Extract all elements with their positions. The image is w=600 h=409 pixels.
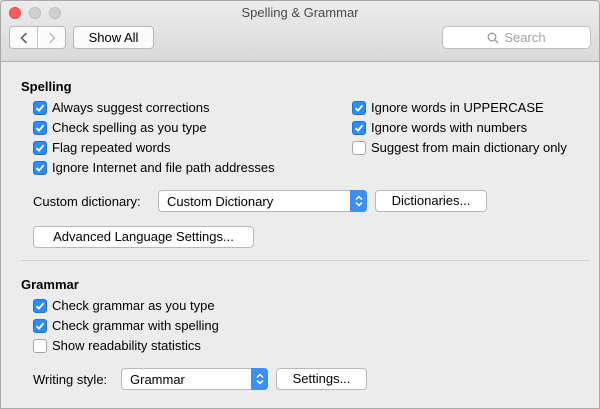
checkbox-checked-icon <box>352 120 366 135</box>
preferences-window: Spelling & Grammar Show All Search Spell… <box>0 0 600 409</box>
back-button[interactable] <box>10 27 37 48</box>
writing-style-value: Grammar <box>130 371 185 387</box>
window-title: Spelling & Grammar <box>241 5 359 20</box>
check-spelling-as-you-type-checkbox[interactable]: Check spelling as you type <box>33 120 207 135</box>
chevron-right-icon <box>48 31 56 44</box>
checkbox-label: Suggest from main dictionary only <box>371 140 567 155</box>
forward-button[interactable] <box>37 27 65 48</box>
ignore-numbers-checkbox[interactable]: Ignore words with numbers <box>352 120 527 135</box>
checkbox-label: Show readability statistics <box>52 338 201 353</box>
preferences-content: Spelling Always suggest corrections Chec… <box>1 63 599 408</box>
search-placeholder: Search <box>504 30 546 45</box>
ignore-uppercase-checkbox[interactable]: Ignore words in UPPERCASE <box>352 100 544 115</box>
show-all-button[interactable]: Show All <box>73 26 154 49</box>
checkbox-checked-icon <box>33 100 47 115</box>
checkbox-checked-icon <box>33 140 47 155</box>
checkbox-label: Check grammar as you type <box>52 298 215 313</box>
checkbox-label: Ignore Internet and file path addresses <box>52 160 275 175</box>
title-bar: Spelling & Grammar Show All Search <box>1 1 599 62</box>
chevron-left-icon <box>19 31 27 44</box>
checkbox-label: Always suggest corrections <box>52 100 210 115</box>
checkbox-unchecked-icon <box>352 140 366 155</box>
checkbox-checked-icon <box>33 318 47 333</box>
advanced-language-settings-button[interactable]: Advanced Language Settings... <box>33 226 254 248</box>
show-readability-statistics-checkbox[interactable]: Show readability statistics <box>33 338 201 353</box>
always-suggest-corrections-checkbox[interactable]: Always suggest corrections <box>33 100 210 115</box>
writing-style-popup[interactable]: Grammar <box>121 368 268 390</box>
dictionaries-button[interactable]: Dictionaries... <box>375 190 487 212</box>
writing-style-label: Writing style: <box>33 372 108 387</box>
ignore-internet-addresses-checkbox[interactable]: Ignore Internet and file path addresses <box>33 160 275 175</box>
navigation-buttons <box>9 26 66 49</box>
check-grammar-as-you-type-checkbox[interactable]: Check grammar as you type <box>33 298 215 313</box>
checkbox-checked-icon <box>33 298 47 313</box>
checkbox-label: Flag repeated words <box>52 140 171 155</box>
custom-dictionary-label: Custom dictionary: <box>33 194 141 209</box>
custom-dictionary-popup[interactable]: Custom Dictionary <box>158 190 367 212</box>
checkbox-label: Check grammar with spelling <box>52 318 219 333</box>
search-icon <box>487 32 499 43</box>
grammar-section-title: Grammar <box>21 277 79 292</box>
checkbox-label: Ignore words with numbers <box>371 120 528 135</box>
checkbox-label: Ignore words in UPPERCASE <box>371 100 544 115</box>
section-divider <box>21 260 589 261</box>
popup-arrows-icon <box>350 190 367 212</box>
check-grammar-with-spelling-checkbox[interactable]: Check grammar with spelling <box>33 318 219 333</box>
search-field[interactable]: Search <box>442 26 591 49</box>
grammar-settings-button[interactable]: Settings... <box>276 368 367 390</box>
flag-repeated-words-checkbox[interactable]: Flag repeated words <box>33 140 171 155</box>
custom-dictionary-value: Custom Dictionary <box>167 193 274 209</box>
popup-arrows-icon <box>251 368 268 390</box>
checkbox-checked-icon <box>352 100 366 115</box>
checkbox-unchecked-icon <box>33 338 47 353</box>
spelling-section-title: Spelling <box>21 79 72 94</box>
main-dictionary-only-checkbox[interactable]: Suggest from main dictionary only <box>352 140 567 155</box>
checkbox-checked-icon <box>33 120 47 135</box>
checkbox-checked-icon <box>33 160 47 175</box>
checkbox-label: Check spelling as you type <box>52 120 207 135</box>
